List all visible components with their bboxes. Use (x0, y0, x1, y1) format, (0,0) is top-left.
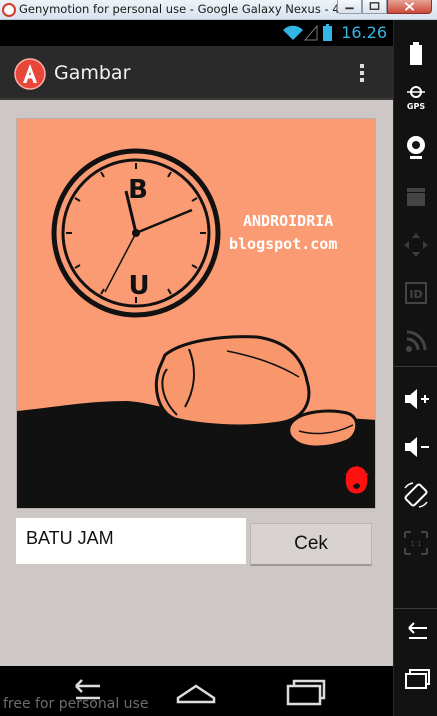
gps-label: GPS (406, 102, 426, 111)
clock-letter-bottom: U (128, 271, 149, 301)
maximize-button[interactable] (362, 0, 387, 14)
sidebar-divider (394, 608, 437, 609)
scale-icon[interactable]: 1:1 (401, 528, 431, 558)
sidebar-back-icon[interactable] (401, 618, 431, 648)
watermark: free for personal use (3, 696, 149, 712)
app-logo-icon[interactable] (14, 58, 46, 90)
genymotion-icon (2, 3, 16, 17)
sidebar-divider (394, 366, 437, 367)
window-title-bar: Genymotion for personal use - Google Gal… (0, 0, 437, 20)
window-title: Genymotion for personal use - Google Gal… (19, 2, 339, 16)
minimize-button[interactable] (337, 0, 362, 14)
dpad-icon[interactable] (401, 230, 431, 260)
home-icon[interactable] (176, 678, 216, 706)
webcam-icon[interactable] (401, 132, 431, 162)
rss-icon[interactable] (401, 326, 431, 356)
volume-down-icon[interactable] (401, 432, 431, 462)
status-time: 16.26 (341, 23, 387, 42)
image-caption-line2: blogspot.com (229, 235, 337, 253)
puzzle-image: B U ANDROIDRIA blogspot.com (16, 118, 376, 509)
overflow-menu-icon[interactable] (354, 62, 370, 86)
video-capture-icon[interactable] (401, 182, 431, 212)
app-title: Gambar (54, 62, 131, 84)
rotate-icon[interactable] (401, 480, 431, 510)
battery-widget-icon[interactable] (401, 38, 431, 68)
answer-input[interactable]: BATU JAM (16, 518, 246, 564)
svg-text:ID: ID (409, 288, 422, 301)
id-icon[interactable]: ID (401, 278, 431, 308)
status-bar: 16.26 (0, 20, 393, 46)
clock-letter-top: B (128, 175, 148, 205)
check-button[interactable]: Cek (250, 523, 372, 566)
action-bar: Gambar (0, 46, 393, 100)
star-icon (344, 465, 369, 488)
recent-apps-icon[interactable] (286, 678, 326, 706)
menu-icon[interactable] (401, 666, 431, 696)
emulator-sidebar: GPS ID 1:1 (393, 20, 437, 716)
content-area: B U ANDROIDRIA blogspot.com BATU JAM Cek (0, 100, 393, 666)
image-caption-line1: ANDROIDRIA (243, 212, 333, 230)
signal-icon (304, 25, 318, 41)
battery-icon (323, 24, 332, 41)
svg-text:1:1: 1:1 (410, 540, 421, 548)
close-button[interactable] (387, 0, 432, 14)
wifi-icon (283, 25, 303, 40)
score-counter: 0 (344, 464, 369, 500)
volume-up-icon[interactable] (401, 384, 431, 414)
puzzle-illustration: B U ANDROIDRIA blogspot.com (17, 119, 375, 508)
